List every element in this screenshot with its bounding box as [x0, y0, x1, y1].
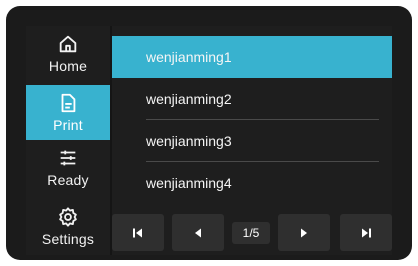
file-list: wenjianming1 wenjianming2 wenjianming3 w…: [112, 36, 392, 204]
list-item[interactable]: wenjianming1: [112, 36, 392, 78]
sidebar-item-ready[interactable]: Ready: [26, 140, 110, 195]
first-page-button[interactable]: [112, 214, 164, 251]
sidebar-item-print[interactable]: Print: [26, 85, 110, 140]
pagination-bar: 1/5: [112, 214, 392, 251]
file-name: wenjianming2: [146, 91, 232, 107]
file-icon: [61, 93, 76, 113]
page-indicator: 1/5: [232, 222, 270, 244]
prev-page-button[interactable]: [172, 214, 224, 251]
sidebar-item-label: Home: [48, 58, 88, 74]
sliders-icon: [60, 150, 76, 166]
printer-screen: Home Print Ready Settings wenjianming1 w…: [26, 26, 392, 255]
next-page-button[interactable]: [278, 214, 330, 251]
next-page-icon: [301, 228, 307, 237]
file-name: wenjianming3: [146, 133, 232, 149]
prev-page-icon: [195, 228, 201, 237]
file-name: wenjianming1: [146, 49, 232, 65]
file-name: wenjianming4: [146, 175, 232, 191]
last-page-button[interactable]: [340, 214, 392, 251]
gear-icon: [59, 207, 77, 227]
sidebar-item-label: Ready: [47, 172, 89, 188]
list-item[interactable]: wenjianming2: [112, 78, 392, 120]
sidebar-item-label: Settings: [41, 231, 95, 247]
list-item[interactable]: wenjianming3: [112, 120, 392, 162]
sidebar-item-label: Print: [53, 117, 83, 133]
sidebar-item-settings[interactable]: Settings: [26, 198, 110, 255]
first-page-icon: [133, 228, 142, 237]
sidebar-item-home[interactable]: Home: [26, 26, 110, 81]
home-icon: [59, 35, 77, 53]
last-page-icon: [362, 228, 371, 237]
list-item[interactable]: wenjianming4: [112, 162, 392, 204]
sidebar: Home Print Ready Settings: [26, 26, 110, 255]
